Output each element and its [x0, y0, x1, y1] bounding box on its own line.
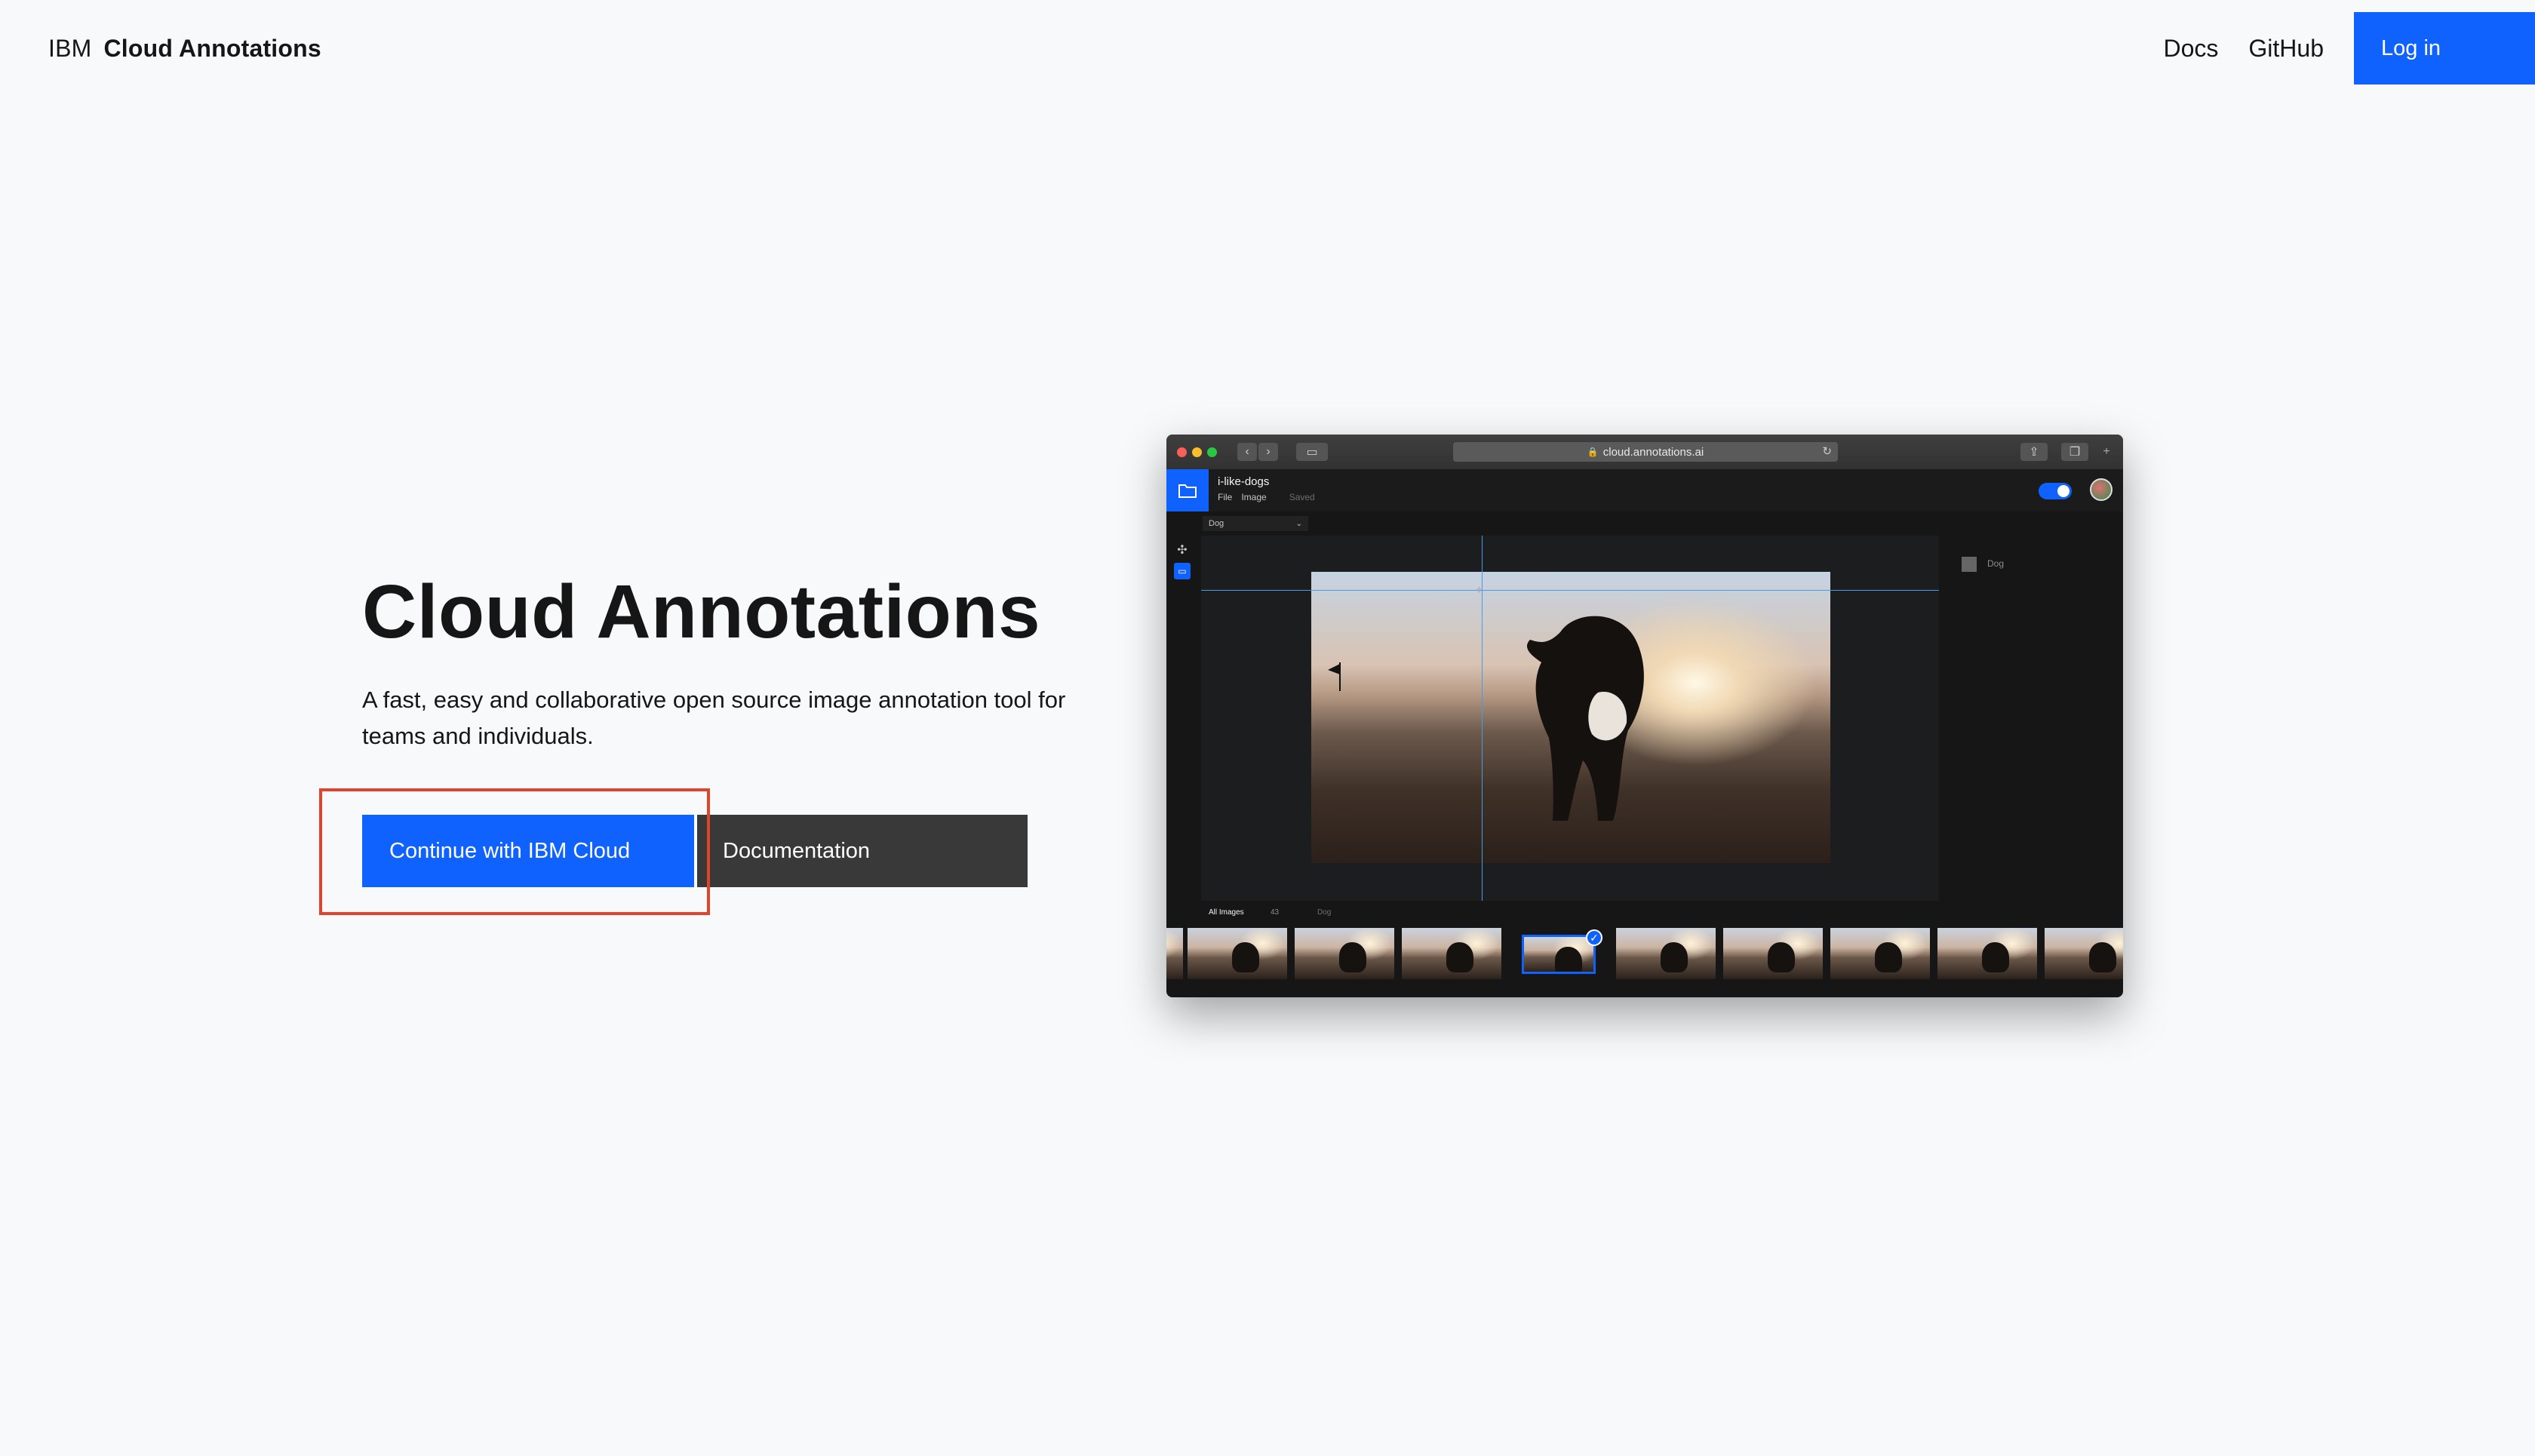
dog-beach-photo — [1311, 572, 1830, 863]
filmstrip-thumbnail — [1166, 928, 1183, 979]
share-icon: ⇪ — [2020, 443, 2048, 461]
filmstrip-thumbnail — [1402, 928, 1501, 979]
image-filmstrip: ✓ — [1166, 928, 2123, 982]
login-button[interactable]: Log in — [2354, 12, 2535, 84]
header-nav: Docs GitHub Log in — [2149, 12, 2535, 84]
label-dropdown: Dog ⌄ — [1203, 516, 1308, 531]
folder-icon-glyph — [1178, 484, 1197, 498]
hero-description: A fast, easy and collaborative open sour… — [362, 687, 1066, 749]
label-dropdown-value: Dog — [1209, 519, 1224, 528]
window-close-dot — [1177, 447, 1187, 457]
filmstrip-thumbnail — [1616, 928, 1716, 979]
forward-arrow-icon: › — [1258, 443, 1278, 461]
mode-toggle — [2039, 483, 2072, 499]
new-tab-icon: + — [2103, 445, 2110, 458]
app-menu: File Image Saved — [1218, 492, 1315, 502]
cta-button-group: Continue with IBM Cloud Documentation — [362, 815, 1028, 887]
filter-image-count: 43 — [1271, 908, 1280, 917]
save-status: Saved — [1289, 492, 1315, 502]
lock-icon: 🔒 — [1587, 447, 1599, 457]
folder-icon — [1166, 469, 1209, 511]
tool-rail: ✣ ▭ — [1166, 534, 1198, 783]
label-color-swatch — [1962, 557, 1977, 572]
crosshair-horizontal — [1201, 590, 1939, 591]
browser-url-bar: 🔒 cloud.annotations.ai ↻ — [1453, 442, 1838, 462]
reload-icon: ↻ — [1822, 445, 1832, 458]
dog-silhouette — [1526, 616, 1644, 821]
filmstrip-thumbnail — [2045, 928, 2123, 979]
brand-logo[interactable]: IBM Cloud Annotations — [48, 0, 321, 97]
back-arrow-icon: ‹ — [1237, 443, 1257, 461]
filmstrip-thumbnail — [1723, 928, 1823, 979]
filmstrip-thumbnail-selected — [1522, 935, 1596, 974]
annotation-canvas: ⌖ — [1201, 536, 1939, 901]
bounding-box-tool-icon: ▭ — [1174, 563, 1191, 579]
user-avatar — [2090, 478, 2112, 501]
move-tool-icon: ✣ — [1177, 544, 1188, 557]
tabs-icon: ❐ — [2061, 443, 2088, 461]
labels-panel: Dog — [1942, 536, 2123, 901]
brand-prefix: IBM — [48, 34, 92, 62]
nav-link-github[interactable]: GitHub — [2233, 35, 2339, 63]
chevron-down-icon: ⌄ — [1295, 519, 1302, 528]
flag-icon — [1328, 662, 1341, 691]
hero-title: Cloud Annotations — [362, 570, 1041, 654]
filmstrip-thumbnail — [1830, 928, 1930, 979]
nav-link-docs[interactable]: Docs — [2149, 35, 2234, 63]
window-minimize-dot — [1192, 447, 1202, 457]
image-filter-bar: All Images 43 Dog — [1166, 904, 2123, 922]
crosshair-center-icon: ⌖ — [1476, 584, 1483, 597]
filter-all-images: All Images — [1209, 908, 1244, 917]
filmstrip-thumbnail — [1937, 928, 2037, 979]
menu-file: File — [1218, 492, 1233, 502]
continue-with-ibm-cloud-button[interactable]: Continue with IBM Cloud — [362, 815, 694, 887]
browser-url-text: cloud.annotations.ai — [1602, 445, 1704, 459]
app-preview-screenshot: ‹ › ▭ 🔒 cloud.annotations.ai ↻ ⇪ ❐ + i-l… — [1166, 435, 2123, 997]
documentation-button[interactable]: Documentation — [697, 815, 1028, 887]
checkmark-icon: ✓ — [1586, 929, 1602, 946]
filmstrip-thumbnail — [1188, 928, 1287, 979]
top-navigation-bar: IBM Cloud Annotations Docs GitHub Log in — [0, 0, 2535, 84]
window-maximize-dot — [1207, 447, 1217, 457]
filter-label: Dog — [1317, 908, 1332, 917]
menu-image: Image — [1241, 492, 1267, 502]
sidebar-toggle-icon: ▭ — [1296, 443, 1328, 461]
brand-product-name: Cloud Annotations — [103, 34, 321, 62]
app-header: i-like-dogs File Image Saved — [1166, 469, 2123, 511]
project-name: i-like-dogs — [1218, 475, 1270, 488]
browser-titlebar: ‹ › ▭ 🔒 cloud.annotations.ai ↻ ⇪ ❐ + — [1166, 435, 2123, 470]
label-entry: Dog — [1987, 558, 2005, 569]
filmstrip-thumbnail — [1295, 928, 1394, 979]
